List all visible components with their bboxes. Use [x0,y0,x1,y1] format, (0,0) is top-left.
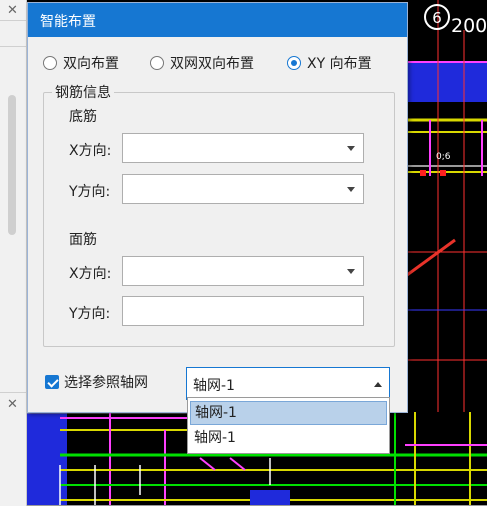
radio-label: 双网双向布置 [170,56,254,72]
radio-bidirectional[interactable]: 双向布置 [43,53,119,73]
left-dock-panel: ✕ ✕ [0,0,27,506]
reference-axis-dropdown-list: 轴网-1 轴网-1 [187,397,390,454]
radio-xy-direction[interactable]: XY 向布置 [287,53,372,73]
top-x-combobox[interactable] [122,256,364,286]
bottom-x-combobox[interactable] [122,133,364,163]
divider [0,46,26,47]
smart-layout-dialog: 智能布置 双向布置 双网双向布置 XY 向布置 钢筋信息 底筋 X方向: Y方向… [27,2,408,413]
close-icon[interactable]: ✕ [7,3,18,18]
reference-axis-checkbox-row[interactable]: 选择参照轴网 [45,372,148,392]
chevron-down-icon[interactable] [347,269,355,274]
chevron-down-icon[interactable] [347,187,355,192]
grid-axis-number: 6 [424,4,450,30]
small-dimension-label: 0;6 [436,152,451,162]
panel-scrollbar[interactable] [8,95,16,235]
dimension-label: 200 [451,15,487,37]
divider [0,392,26,393]
top-y-label: Y方向: [69,306,111,322]
chevron-up-icon[interactable] [374,382,382,387]
dialog-title: 智能布置 [40,14,96,30]
group-title: 钢筋信息 [52,82,114,102]
chevron-down-icon[interactable] [347,146,355,151]
top-rebar-heading: 面筋 [69,232,97,248]
dialog-titlebar[interactable]: 智能布置 [28,3,407,37]
top-y-input[interactable] [122,296,364,326]
close-icon[interactable]: ✕ [7,397,18,412]
bottom-y-combobox[interactable] [122,174,364,204]
bottom-y-label: Y方向: [69,184,111,200]
dropdown-option[interactable]: 轴网-1 [190,426,387,450]
screen: 6 200 0;6 ✕ ✕ 智能布置 双向布置 双网双向布置 XY 向布置 钢筋… [0,0,487,506]
radio-button[interactable] [43,56,57,70]
bottom-x-label: X方向: [69,143,112,159]
checkbox-checked[interactable] [45,375,59,389]
combobox-value: 轴网-1 [193,378,235,394]
dropdown-option[interactable]: 轴网-1 [190,401,387,425]
reference-axis-combobox[interactable]: 轴网-1 [186,367,390,400]
radio-label: 双向布置 [63,56,119,72]
radio-button-selected[interactable] [287,56,301,70]
bottom-rebar-heading: 底筋 [69,109,97,125]
divider [0,20,26,21]
radio-double-net-bidirectional[interactable]: 双网双向布置 [150,53,254,73]
radio-label: XY 向布置 [307,56,372,72]
radio-button[interactable] [150,56,164,70]
top-x-label: X方向: [69,266,112,282]
checkbox-label: 选择参照轴网 [64,375,148,391]
